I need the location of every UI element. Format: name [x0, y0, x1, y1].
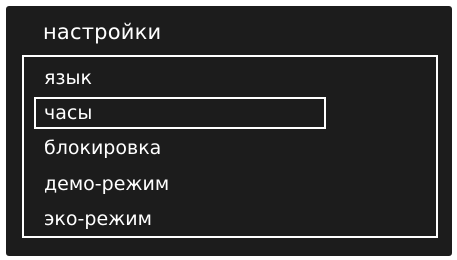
menu-item-clock[interactable]: часы [34, 97, 326, 129]
menu-item-demo-mode[interactable]: демо-режим [44, 168, 324, 200]
menu-item-language[interactable]: язык [44, 62, 324, 94]
page-title: настройки [43, 20, 162, 44]
menu-item-lock[interactable]: блокировка [44, 132, 324, 164]
settings-menu: язык часы блокировка демо-режим эко-режи… [22, 55, 438, 238]
menu-item-eco-mode[interactable]: эко-режим [44, 203, 324, 235]
settings-screen: настройки язык часы блокировка демо-режи… [6, 6, 452, 256]
